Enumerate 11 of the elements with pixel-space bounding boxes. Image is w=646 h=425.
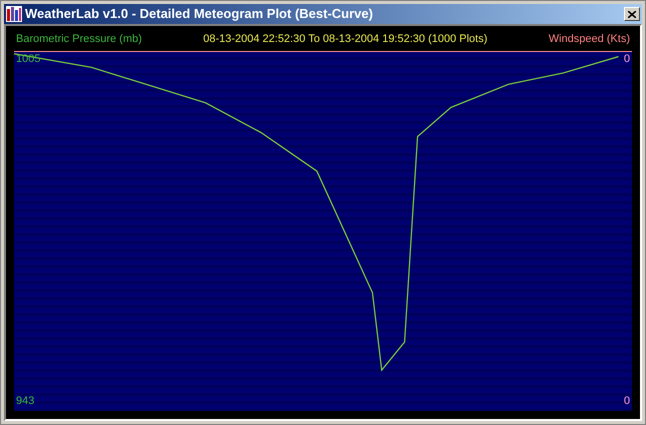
right-axis-title: Windspeed (Kts) — [548, 32, 630, 47]
date-range: 08-13-2004 22:52:30 To 08-13-2004 19:52:30 (1000 Plots) — [203, 32, 488, 47]
window-title: WeatherLab v1.0 - Detailed Meteogram Plot (Best-Curve) — [25, 5, 374, 24]
y-axis-max-label: 1005 — [16, 52, 40, 67]
right-axis-min-label: 0 — [624, 394, 630, 408]
y-axis-min-label: 943 — [16, 394, 34, 408]
close-icon — [628, 10, 636, 18]
right-axis-max-label: 0 — [624, 52, 630, 67]
app-icon — [6, 6, 22, 22]
close-button[interactable] — [624, 7, 640, 21]
left-axis-title: Barometric Pressure (mb) — [16, 32, 142, 47]
